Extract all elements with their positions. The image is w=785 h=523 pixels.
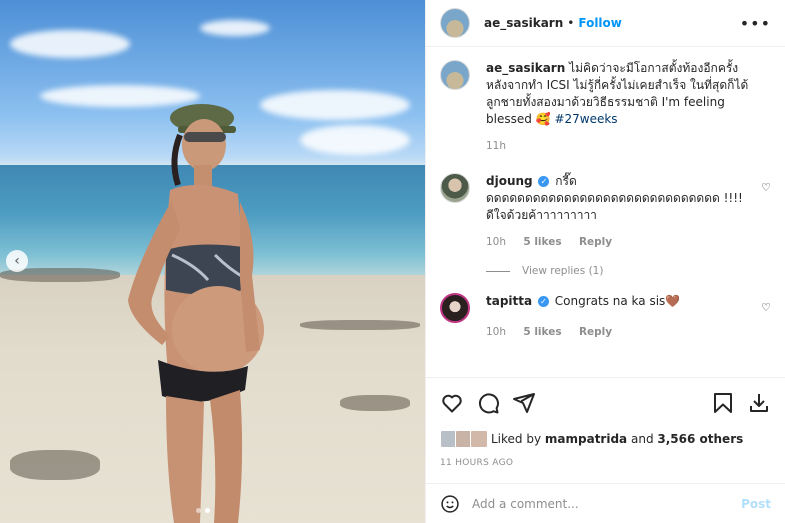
comment-likes[interactable]: 5 likes: [523, 236, 561, 248]
caption-hashtag[interactable]: #27weeks: [554, 112, 617, 126]
seaweed: [340, 395, 410, 411]
bookmark-icon[interactable]: [711, 391, 735, 415]
view-replies-button[interactable]: View replies (1): [486, 265, 771, 277]
post-header: ae_sasikarn • Follow •••: [426, 0, 785, 47]
comment-likes[interactable]: 5 likes: [523, 326, 561, 338]
comment-time[interactable]: 10h: [486, 326, 506, 338]
comment-text: Congrats na ka sis🤎: [554, 294, 681, 308]
verified-badge-icon: ✓: [538, 176, 550, 187]
comment-meta: 10h 5 likes Reply: [486, 234, 755, 251]
download-icon[interactable]: [747, 391, 771, 415]
liked-by-conj: and: [630, 432, 654, 446]
cloud: [200, 20, 270, 36]
liked-by-others[interactable]: 3,566 others: [657, 432, 743, 446]
carousel-dot: [196, 508, 201, 513]
cloud: [300, 125, 410, 155]
caption-content: ae_sasikarn ไม่คิดว่าจะมีโอกาสตั้งท้องอี…: [486, 60, 771, 155]
reply-button[interactable]: Reply: [579, 236, 612, 248]
carousel-dots: [196, 508, 210, 513]
author-avatar[interactable]: [440, 60, 470, 90]
cloud: [260, 90, 410, 120]
comment-content: djoung ✓ กรี๊ดดดดดดดดดดดดดดดดดดดดดดดดดดด…: [486, 173, 771, 251]
seaweed: [300, 320, 420, 330]
chevron-left-icon[interactable]: ‹: [6, 250, 28, 272]
woman-figure: [128, 104, 264, 523]
action-icons-right: [711, 391, 771, 415]
caption-time[interactable]: 11h: [486, 140, 506, 152]
comment-meta: 10h 5 likes Reply: [486, 324, 755, 341]
author-username[interactable]: ae_sasikarn: [484, 16, 563, 30]
follow-button[interactable]: Follow: [578, 16, 622, 30]
caption: ae_sasikarn ไม่คิดว่าจะมีโอกาสตั้งท้องอี…: [440, 60, 771, 155]
share-icon[interactable]: [512, 391, 536, 415]
liker-avatars[interactable]: [440, 430, 488, 448]
post-actions: Liked by mampatrida and 3,566 others 11 …: [426, 377, 785, 468]
comment-username[interactable]: tapitta: [486, 294, 532, 308]
seaweed: [10, 450, 100, 480]
comment-username[interactable]: djoung: [486, 174, 533, 188]
comment: djoung ✓ กรี๊ดดดดดดดดดดดดดดดดดดดดดดดดดดด…: [440, 173, 771, 251]
caption-emoji: 🥰: [535, 112, 551, 126]
emoji-icon[interactable]: [440, 494, 460, 514]
verified-badge-icon: ✓: [537, 296, 549, 307]
heart-icon[interactable]: ♡: [761, 301, 771, 314]
add-comment-bar: Post: [426, 483, 785, 523]
carousel-dot-active: [205, 508, 210, 513]
caption-meta: 11h: [486, 138, 755, 155]
post-comment-button[interactable]: Post: [741, 497, 771, 511]
comment-icon[interactable]: [476, 391, 500, 415]
heart-icon[interactable]: ♡: [761, 181, 771, 194]
post-side-panel: ae_sasikarn • Follow ••• ae_sasikarn ไม่…: [425, 0, 785, 523]
comment-content: tapitta ✓ Congrats na ka sis🤎 10h 5 like…: [486, 293, 771, 341]
comments-list: ae_sasikarn ไม่คิดว่าจะมีโอกาสตั้งท้องอี…: [440, 60, 771, 341]
comment: tapitta ✓ Congrats na ka sis🤎 10h 5 like…: [440, 293, 771, 341]
likes-summary: Liked by mampatrida and 3,566 others: [440, 430, 771, 448]
more-icon[interactable]: •••: [740, 14, 771, 33]
liked-by-user[interactable]: mampatrida: [545, 432, 627, 446]
author-avatar[interactable]: [440, 8, 470, 38]
commenter-avatar[interactable]: [440, 173, 470, 203]
liked-by-prefix: Liked by: [491, 432, 542, 446]
view-replies-label[interactable]: View replies (1): [522, 265, 603, 277]
action-icons: [440, 390, 771, 416]
heart-icon[interactable]: [440, 391, 464, 415]
post-photo[interactable]: ‹: [0, 0, 425, 523]
post-timestamp[interactable]: 11 HOURS AGO: [440, 458, 771, 468]
commenter-avatar[interactable]: [440, 293, 470, 323]
caption-username[interactable]: ae_sasikarn: [486, 61, 565, 75]
header-separator: •: [567, 16, 575, 30]
comment-time[interactable]: 10h: [486, 236, 506, 248]
cloud: [10, 30, 130, 58]
liker-avatar: [470, 430, 488, 448]
reply-button[interactable]: Reply: [579, 326, 612, 338]
replies-divider: [486, 270, 510, 272]
comment-input[interactable]: [472, 496, 742, 511]
